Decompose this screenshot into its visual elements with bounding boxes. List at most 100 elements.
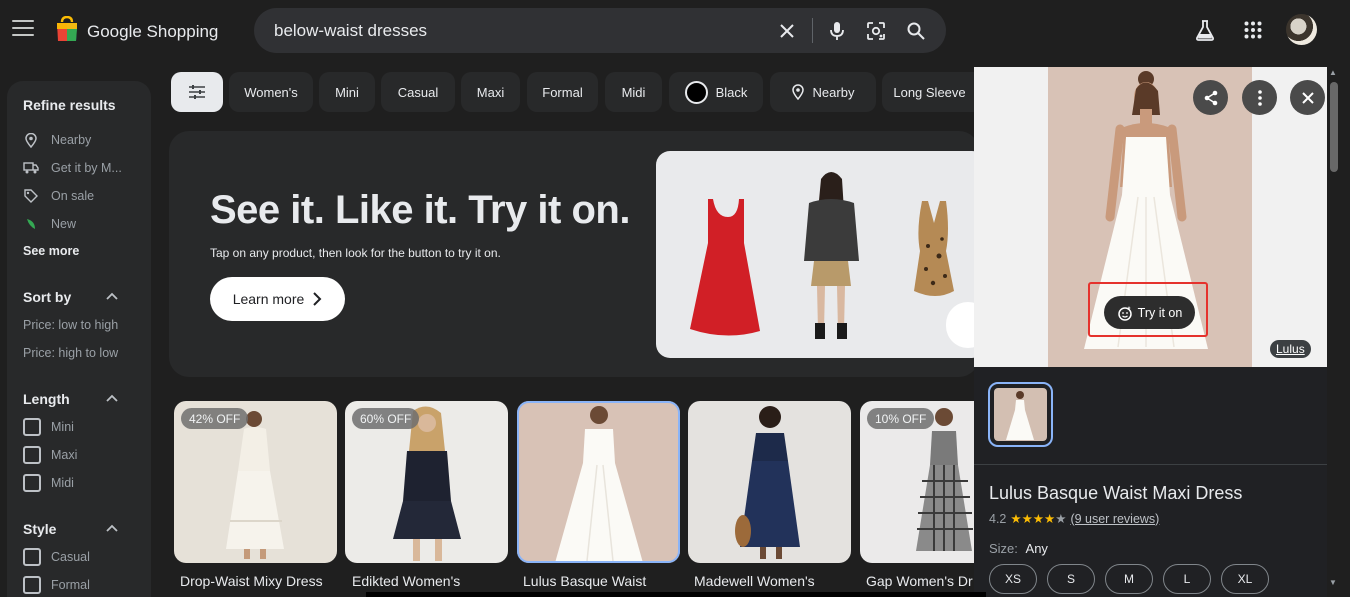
chip-casual[interactable]: Casual (381, 72, 455, 112)
apps-icon[interactable] (1241, 18, 1265, 42)
learn-more-label: Learn more (233, 291, 305, 307)
location-pin-icon (23, 133, 39, 148)
refine-item-delivery[interactable]: Get it by M... (23, 159, 122, 177)
chip-maxi[interactable]: Maxi (461, 72, 520, 112)
more-options-button[interactable] (1242, 80, 1277, 115)
length-heading: Length (23, 391, 70, 407)
refine-item-label: On sale (51, 189, 94, 203)
filter-settings-button[interactable] (171, 72, 223, 112)
reviews-link[interactable]: (9 user reviews) (1070, 512, 1159, 526)
chevron-up-icon[interactable] (105, 289, 119, 303)
size-option-m[interactable]: M (1105, 564, 1153, 594)
product-card-selected[interactable] (517, 401, 680, 563)
search-input[interactable]: below-waist dresses (274, 21, 427, 41)
product-title[interactable]: Gap Women's Dr (866, 573, 974, 589)
bottom-edge-bar (366, 592, 986, 597)
product-card[interactable]: 42% OFF (174, 401, 337, 563)
checkbox[interactable] (23, 474, 41, 492)
refine-item-label: New (51, 217, 76, 231)
shopping-bag-logo-icon[interactable] (55, 16, 79, 42)
close-icon (1302, 92, 1314, 104)
search-divider (812, 18, 813, 43)
see-more-link[interactable]: See more (23, 244, 79, 258)
lens-icon[interactable] (865, 20, 887, 42)
size-option-xs[interactable]: XS (989, 564, 1037, 594)
size-label: Size: (989, 541, 1018, 556)
size-label-row: Size: Any (989, 541, 1048, 556)
main-menu-icon[interactable] (12, 20, 34, 38)
chip-womens[interactable]: Women's (229, 72, 313, 112)
chip-label: Black (716, 85, 748, 100)
product-title[interactable]: Drop-Waist Mixy Dress (180, 573, 340, 589)
product-detail-title: Lulus Basque Waist Maxi Dress (989, 483, 1242, 504)
scrollbar-thumb[interactable] (1330, 82, 1338, 172)
search-icon[interactable] (905, 20, 927, 42)
search-bar[interactable]: below-waist dresses (254, 8, 946, 53)
length-option-mini[interactable]: Mini (23, 418, 74, 436)
product-title[interactable]: Lulus Basque Waist (523, 573, 683, 589)
account-avatar[interactable] (1286, 14, 1317, 45)
product-card[interactable]: 10% OFF (860, 401, 974, 563)
option-label: Casual (51, 550, 90, 564)
style-option-casual[interactable]: Casual (23, 548, 90, 566)
checkbox[interactable] (23, 446, 41, 464)
style-heading: Style (23, 521, 56, 537)
sort-price-high-low[interactable]: Price: high to low (23, 344, 118, 362)
chevron-up-icon[interactable] (105, 521, 119, 535)
clear-icon[interactable] (776, 20, 798, 42)
learn-more-button[interactable]: Learn more (210, 277, 345, 321)
chip-black[interactable]: Black (669, 72, 763, 112)
length-option-maxi[interactable]: Maxi (23, 446, 77, 464)
rating-row: 4.2 ★★★★★ (9 user reviews) (989, 511, 1159, 526)
chip-midi[interactable]: Midi (605, 72, 662, 112)
black-swatch-icon (685, 81, 708, 104)
length-option-midi[interactable]: Midi (23, 474, 74, 492)
scroll-up-arrow-icon[interactable]: ▲ (1329, 68, 1337, 77)
chip-mini[interactable]: Mini (319, 72, 375, 112)
refine-results-heading: Refine results (23, 97, 116, 113)
close-panel-button[interactable] (1290, 80, 1325, 115)
logo-text[interactable]: Google Shopping (87, 22, 218, 42)
checkbox[interactable] (23, 576, 41, 594)
refine-item-nearby[interactable]: Nearby (23, 131, 91, 149)
discount-badge: 42% OFF (181, 408, 248, 429)
promo-image (656, 151, 979, 358)
scroll-down-arrow-icon[interactable]: ▼ (1329, 578, 1337, 587)
option-label: Formal (51, 578, 90, 592)
try-on-promo-banner: See it. Like it. Try it on. Tap on any p… (169, 131, 979, 377)
size-option-l[interactable]: L (1163, 564, 1211, 594)
refine-item-on-sale[interactable]: On sale (23, 187, 94, 205)
refine-item-label: Get it by M... (51, 161, 122, 175)
option-label: Maxi (51, 448, 77, 462)
refine-item-new[interactable]: New (23, 215, 76, 233)
product-card[interactable] (688, 401, 851, 563)
chip-nearby[interactable]: Nearby (770, 72, 876, 112)
promo-title: See it. Like it. Try it on. (210, 188, 630, 233)
sort-price-low-high[interactable]: Price: low to high (23, 316, 118, 334)
try-it-on-button[interactable]: Try it on (1104, 296, 1195, 329)
chip-long-sleeve[interactable]: Long Sleeve (882, 72, 977, 112)
chevron-up-icon[interactable] (105, 391, 119, 405)
checkbox[interactable] (23, 548, 41, 566)
top-header: Google Shopping below-waist dresses (0, 0, 1350, 62)
chevron-right-icon (312, 292, 322, 306)
size-option-xl[interactable]: XL (1221, 564, 1269, 594)
option-label: Midi (51, 476, 74, 490)
chip-formal[interactable]: Formal (527, 72, 598, 112)
share-button[interactable] (1193, 80, 1228, 115)
product-card[interactable]: 60% OFF (345, 401, 508, 563)
store-tag[interactable]: Lulus (1270, 340, 1311, 358)
try-on-icon (1117, 305, 1133, 321)
style-option-formal[interactable]: Formal (23, 576, 90, 594)
size-option-s[interactable]: S (1047, 564, 1095, 594)
star-rating-icon: ★★★★★ (1010, 511, 1066, 526)
image-thumbnail[interactable] (988, 382, 1053, 447)
refine-sidebar: Refine results Nearby Get it by M... On … (7, 81, 151, 597)
product-title[interactable]: Edikted Women's (352, 573, 512, 589)
product-detail-panel: Try it on Lulus Lulus Basque Waist Maxi … (974, 67, 1327, 597)
tune-icon (188, 84, 206, 100)
checkbox[interactable] (23, 418, 41, 436)
product-title[interactable]: Madewell Women's (694, 573, 854, 589)
mic-icon[interactable] (826, 20, 848, 42)
labs-icon[interactable] (1193, 18, 1217, 42)
